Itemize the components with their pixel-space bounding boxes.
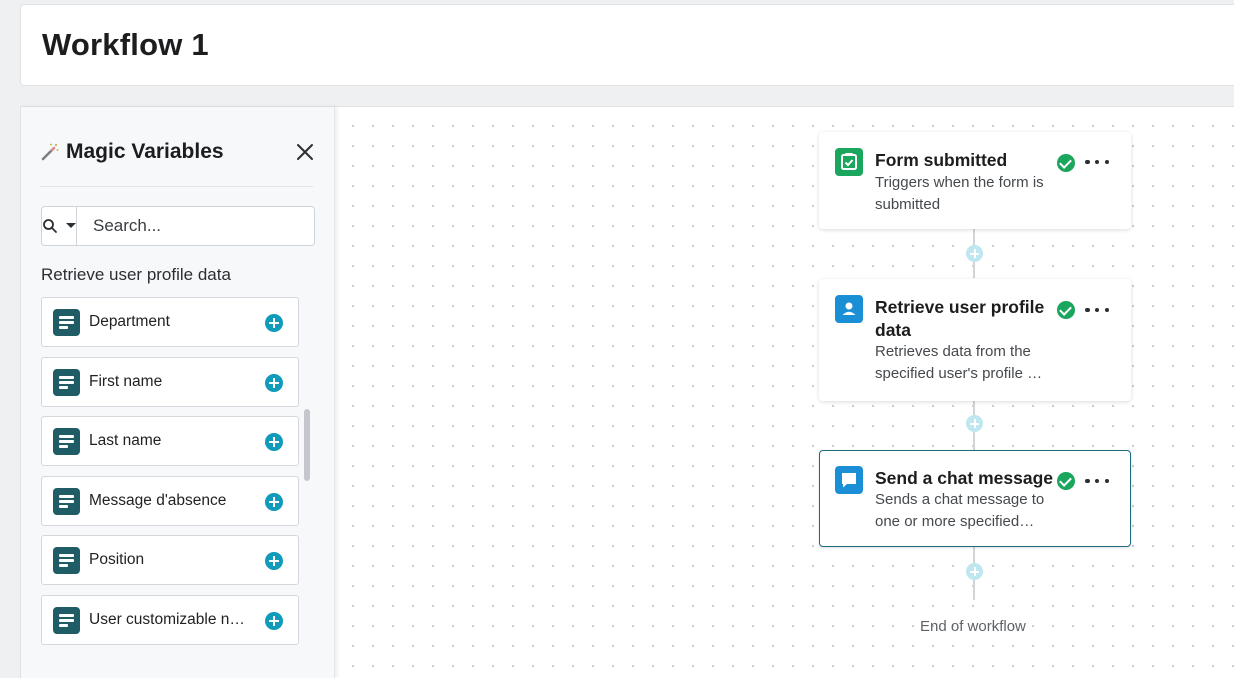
text-field-icon — [53, 428, 80, 456]
add-variable-icon[interactable] — [265, 552, 283, 571]
status-complete-icon — [1057, 154, 1075, 172]
text-field-icon — [53, 547, 80, 575]
page-header: Workflow 1 — [20, 4, 1234, 86]
end-of-workflow-label: End of workflow — [920, 618, 1026, 635]
text-field-icon — [53, 309, 80, 336]
status-complete-icon — [1057, 472, 1075, 490]
add-variable-icon[interactable] — [265, 492, 283, 511]
more-options-icon[interactable] — [1085, 474, 1109, 488]
add-step-button[interactable] — [966, 245, 983, 262]
text-field-icon — [53, 606, 80, 634]
list-item[interactable]: User customizable na… — [41, 594, 299, 645]
step-title: Send a chat message — [875, 468, 1053, 488]
scrollbar-thumb[interactable] — [304, 409, 310, 481]
list-item[interactable]: Message d'absence — [41, 475, 299, 526]
add-variable-icon[interactable] — [265, 611, 283, 630]
add-variable-icon[interactable] — [265, 433, 283, 452]
add-step-button[interactable] — [966, 415, 983, 432]
variable-label: Position — [89, 551, 145, 569]
panel-title-text: Magic Variables — [66, 140, 224, 163]
text-field-icon — [53, 487, 80, 515]
list-item[interactable]: First name — [41, 356, 299, 407]
variable-label: User customizable na… — [89, 610, 253, 628]
chat-icon — [835, 466, 863, 494]
status-complete-icon — [1057, 301, 1075, 319]
search-input[interactable] — [77, 206, 315, 246]
list-item[interactable]: Last name — [41, 416, 299, 467]
workflow-step-retrieve-user-profile[interactable]: Retrieve user profile data Retrieves dat… — [819, 279, 1131, 401]
page-title: Workflow 1 — [42, 27, 209, 62]
more-options-icon[interactable] — [1085, 303, 1109, 317]
user-icon — [835, 295, 863, 323]
add-step-button[interactable] — [966, 563, 983, 580]
close-icon[interactable] — [294, 141, 316, 163]
variable-list: Department First name Last name Message … — [41, 297, 299, 655]
variable-label: Department — [89, 313, 170, 330]
add-variable-icon[interactable] — [265, 373, 283, 392]
text-field-icon — [53, 368, 80, 396]
form-check-icon — [835, 148, 863, 176]
step-description: Sends a chat message to one or more spec… — [875, 491, 1045, 530]
list-item[interactable]: Department — [41, 297, 299, 347]
magic-variables-panel: Magic Variables Retrieve user profile da… — [21, 107, 335, 678]
chevron-down-icon — [66, 223, 76, 228]
list-item[interactable]: Position — [41, 535, 299, 586]
step-title: Retrieve user profile data — [875, 297, 1045, 340]
workflow-step-form-submitted[interactable]: Form submitted Triggers when the form is… — [819, 132, 1131, 229]
magic-wand-icon — [40, 142, 60, 162]
step-description: Triggers when the form is submitted — [875, 174, 1044, 213]
search-bar — [41, 206, 315, 246]
variable-label: First name — [89, 372, 163, 390]
divider — [40, 186, 313, 187]
section-label: Retrieve user profile data — [41, 265, 231, 284]
panel-title: Magic Variables — [40, 140, 224, 164]
workflow-step-send-chat-message[interactable]: Send a chat message Sends a chat message… — [819, 450, 1131, 547]
search-filter-dropdown[interactable] — [41, 206, 77, 246]
step-description: Retrieves data from the specified user's… — [875, 343, 1043, 382]
step-title: Form submitted — [875, 150, 1008, 170]
search-icon — [43, 219, 57, 233]
variable-label: Last name — [89, 432, 162, 450]
add-variable-icon[interactable] — [265, 314, 283, 332]
variable-label: Message d'absence — [89, 491, 227, 509]
more-options-icon[interactable] — [1085, 155, 1109, 169]
